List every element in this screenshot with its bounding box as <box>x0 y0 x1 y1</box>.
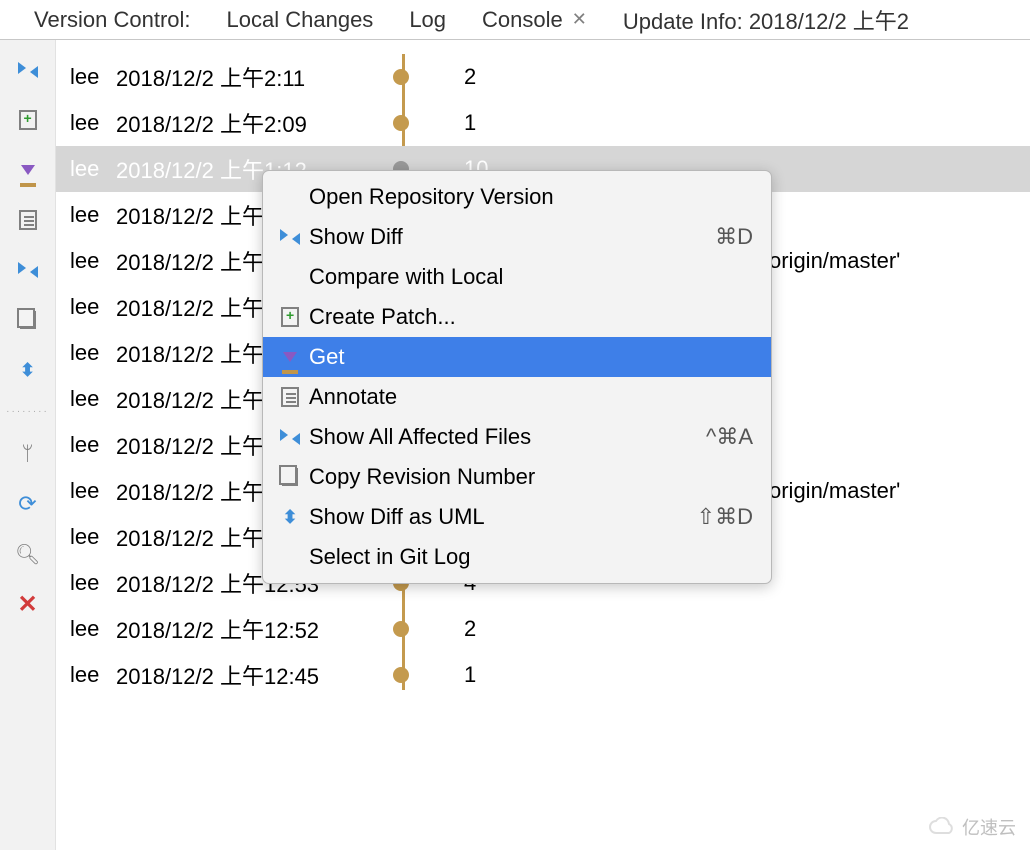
uml-icon: ⬍ <box>282 507 297 528</box>
show-diff-icon[interactable] <box>16 58 40 82</box>
commit-author: lee <box>56 156 116 182</box>
tab-update-info[interactable]: Update Info: 2018/12/2 上午2 <box>605 0 927 39</box>
tab-local-changes[interactable]: Local Changes <box>209 0 392 39</box>
tab-console-label: Console <box>482 7 563 33</box>
menu-item-compare-with-local[interactable]: Compare with Local <box>263 257 771 297</box>
menu-item-show-all-affected-files[interactable]: Show All Affected Files^⌘A <box>263 417 771 457</box>
menu-item-open-repository-version[interactable]: Open Repository Version <box>263 177 771 217</box>
get-icon[interactable] <box>16 158 40 182</box>
menu-item-shortcut: ⇧⌘D <box>697 504 753 530</box>
commit-author: lee <box>56 662 116 688</box>
commit-graph-node <box>396 115 456 131</box>
commit-row[interactable]: lee2018/12/2 上午12:45 1 <box>56 652 1030 698</box>
commit-date: 2018/12/2 上午2:09 <box>116 107 396 139</box>
menu-item-label: Compare with Local <box>305 264 753 290</box>
copy-icon <box>282 468 298 486</box>
annotate-icon[interactable] <box>16 208 40 232</box>
annotate-icon <box>281 387 299 407</box>
menu-item-label: Annotate <box>305 384 753 410</box>
commit-row[interactable]: lee2018/12/2 上午2:09 1 <box>56 100 1030 146</box>
commit-author: lee <box>56 478 116 504</box>
menu-item-show-diff[interactable]: Show Diff⌘D <box>263 217 771 257</box>
tab-console[interactable]: Console ✕ <box>464 0 605 39</box>
separator: ········ <box>6 408 49 416</box>
menu-item-label: Open Repository Version <box>305 184 753 210</box>
commit-author: lee <box>56 248 116 274</box>
menu-item-annotate[interactable]: Annotate <box>263 377 771 417</box>
commit-graph-node <box>396 69 456 85</box>
vcs-toolbar: ⬍ ········ ᛘ ⟳ 🔍︎ ✕ <box>0 40 56 850</box>
create-patch-icon[interactable] <box>16 108 40 132</box>
menu-item-label: Show Diff as UML <box>305 504 697 530</box>
copy-revision-icon[interactable] <box>16 308 40 332</box>
menu-item-get[interactable]: Get <box>263 337 771 377</box>
commit-graph-node <box>396 667 456 683</box>
commit-graph-node <box>396 621 456 637</box>
compare-icon[interactable] <box>16 258 40 282</box>
commit-author: lee <box>56 386 116 412</box>
commit-date: 2018/12/2 上午2:11 <box>116 61 396 93</box>
find-icon[interactable]: 🔍︎ <box>16 542 40 566</box>
vcs-tab-strip: Version Control: Local Changes Log Conso… <box>0 0 1030 40</box>
commit-message: 2 <box>456 64 476 90</box>
menu-item-create-patch[interactable]: Create Patch... <box>263 297 771 337</box>
commit-author: lee <box>56 110 116 136</box>
menu-item-shortcut: ^⌘A <box>706 424 753 450</box>
commit-message: 1 <box>456 110 476 136</box>
menu-item-select-in-git-log[interactable]: Select in Git Log <box>263 537 771 577</box>
commit-message: 1 <box>456 662 476 688</box>
menu-item-label: Create Patch... <box>305 304 753 330</box>
commit-author: lee <box>56 616 116 642</box>
refresh-icon[interactable]: ⟳ <box>16 492 40 516</box>
diff-icon <box>280 227 300 247</box>
menu-item-label: Show Diff <box>305 224 715 250</box>
menu-item-shortcut: ⌘D <box>715 224 753 250</box>
get-icon <box>283 352 297 362</box>
menu-item-show-diff-as-uml[interactable]: ⬍ Show Diff as UML⇧⌘D <box>263 497 771 537</box>
diff-icon <box>280 427 300 447</box>
menu-item-label: Get <box>305 344 753 370</box>
commit-row[interactable]: lee2018/12/2 上午2:11 2 <box>56 54 1030 100</box>
vcs-title: Version Control: <box>16 0 209 39</box>
menu-item-label: Copy Revision Number <box>305 464 753 490</box>
commit-author: lee <box>56 340 116 366</box>
close-icon[interactable]: ✕ <box>567 9 587 30</box>
commit-date: 2018/12/2 上午12:45 <box>116 659 396 691</box>
commit-message: 2 <box>456 616 476 642</box>
patch-icon <box>281 307 299 327</box>
branch-icon[interactable]: ᛘ <box>16 442 40 466</box>
uml-diff-icon[interactable]: ⬍ <box>16 358 40 382</box>
delete-icon[interactable]: ✕ <box>16 592 40 616</box>
menu-item-label: Show All Affected Files <box>305 424 706 450</box>
context-menu: Open Repository Version Show Diff⌘D Compar… <box>262 170 772 584</box>
commit-author: lee <box>56 294 116 320</box>
commit-author: lee <box>56 64 116 90</box>
commit-author: lee <box>56 432 116 458</box>
menu-item-copy-revision-number[interactable]: Copy Revision Number <box>263 457 771 497</box>
commit-author: lee <box>56 524 116 550</box>
commit-row[interactable]: lee2018/12/2 上午12:52 2 <box>56 606 1030 652</box>
watermark: 亿速云 <box>928 814 1016 840</box>
menu-item-label: Select in Git Log <box>305 544 753 570</box>
tab-log[interactable]: Log <box>391 0 464 39</box>
commit-date: 2018/12/2 上午12:52 <box>116 613 396 645</box>
commit-author: lee <box>56 570 116 596</box>
commit-author: lee <box>56 202 116 228</box>
